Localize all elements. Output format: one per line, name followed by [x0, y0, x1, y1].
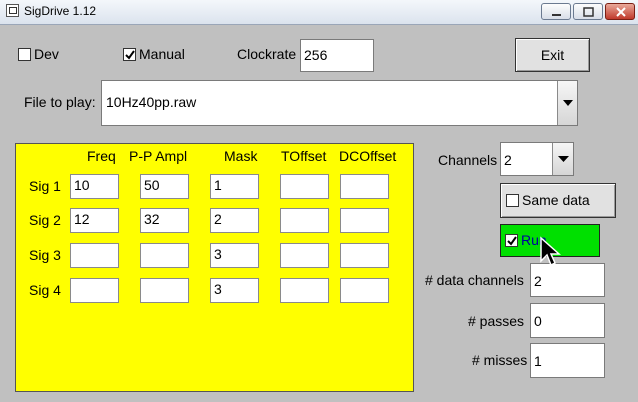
dropdown-arrow-icon [563, 100, 573, 106]
file-select-value: 10Hz40pp.raw [106, 94, 197, 110]
minimize-button[interactable] [541, 3, 571, 20]
misses-label: # misses [472, 352, 528, 368]
header-toffset: TOffset [281, 148, 327, 164]
manual-checkbox[interactable] [123, 48, 136, 61]
clockrate-label: Clockrate [237, 46, 297, 62]
app-icon [6, 4, 19, 17]
channels-select-value: 2 [504, 152, 512, 168]
sig3-ppampl-input[interactable] [140, 243, 189, 268]
exit-button[interactable]: Exit [515, 38, 590, 72]
passes-label: # passes [468, 313, 525, 329]
mouse-cursor-icon [540, 236, 561, 267]
header-pp-ampl: P-P Ampl [129, 148, 188, 164]
checkbox-icon [507, 236, 517, 246]
header-dcoffset: DCOffset [339, 148, 397, 164]
sig2-mask-input[interactable]: 2 [210, 208, 259, 233]
row-label-sig2: Sig 2 [29, 212, 61, 228]
passes-input[interactable]: 0 [530, 303, 605, 338]
dev-checkbox[interactable] [18, 48, 31, 61]
sig3-toffset-input[interactable] [280, 243, 329, 268]
manual-label: Manual [139, 46, 185, 62]
clockrate-input[interactable]: 256 [300, 39, 374, 72]
window-title: SigDrive 1.12 [24, 4, 97, 18]
dropdown-arrow-icon [558, 156, 569, 162]
file-dropdown-button[interactable] [557, 81, 577, 125]
sig4-toffset-input[interactable] [280, 278, 329, 303]
channels-label: Channels [438, 152, 498, 168]
run-checkbox[interactable] [505, 234, 518, 247]
file-select[interactable]: 10Hz40pp.raw [101, 80, 578, 126]
sig1-mask-input[interactable]: 1 [210, 174, 259, 199]
row-label-sig1: Sig 1 [29, 178, 61, 194]
sig1-dcoffset-input[interactable] [340, 174, 389, 199]
channels-dropdown-button[interactable] [552, 143, 573, 175]
checkbox-icon [125, 50, 135, 60]
sig3-dcoffset-input[interactable] [340, 243, 389, 268]
row-label-sig3: Sig 3 [29, 247, 61, 263]
sig2-freq-input[interactable]: 12 [70, 208, 119, 233]
exit-button-label: Exit [540, 47, 565, 63]
sig4-mask-input[interactable]: 3 [210, 278, 259, 303]
misses-input[interactable]: 1 [530, 343, 605, 378]
same-data-label: Same data [522, 192, 590, 208]
data-channels-label: # data channels [425, 272, 524, 288]
sig1-freq-input[interactable]: 10 [70, 174, 119, 199]
header-freq: Freq [87, 148, 116, 164]
sig2-toffset-input[interactable] [280, 208, 329, 233]
sig4-ppampl-input[interactable] [140, 278, 189, 303]
title-bar: SigDrive 1.12 [0, 0, 638, 25]
sig1-toffset-input[interactable] [280, 174, 329, 199]
row-label-sig4: Sig 4 [29, 282, 61, 298]
sig4-freq-input[interactable] [70, 278, 119, 303]
close-button[interactable] [605, 3, 635, 20]
sig3-freq-input[interactable] [70, 243, 119, 268]
sig4-dcoffset-input[interactable] [340, 278, 389, 303]
sig2-ppampl-input[interactable]: 32 [140, 208, 189, 233]
maximize-icon [583, 7, 594, 17]
sig3-mask-input[interactable]: 3 [210, 243, 259, 268]
maximize-button[interactable] [573, 3, 603, 20]
same-data-checkbox[interactable] [506, 194, 519, 207]
close-icon [616, 7, 626, 17]
header-mask: Mask [224, 148, 258, 164]
file-label: File to play: [24, 94, 96, 110]
dev-label: Dev [34, 46, 59, 62]
sig1-ppampl-input[interactable]: 50 [140, 174, 189, 199]
sig2-dcoffset-input[interactable] [340, 208, 389, 233]
signal-panel: Freq P-P Ampl Mask TOffset DCOffset Sig … [15, 143, 414, 392]
minimize-icon [552, 14, 561, 16]
